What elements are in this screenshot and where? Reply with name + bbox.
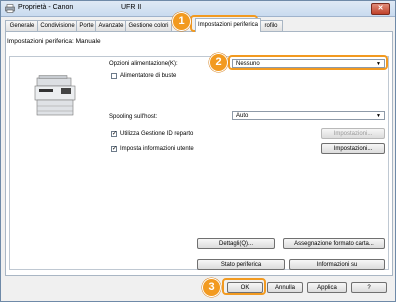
user-settings-button[interactable]: Impostazioni...: [321, 143, 385, 154]
window-title-driver: UFR II: [121, 4, 142, 11]
spooling-select[interactable]: Auto ▼: [232, 111, 385, 120]
tab-impostazioni-periferica[interactable]: Impostazioni periferica: [195, 18, 261, 32]
chevron-down-icon: ▼: [376, 113, 381, 119]
about-button[interactable]: Informazioni su: [289, 259, 385, 270]
callout-badge-2: 2: [209, 53, 228, 72]
spooling-label: Spooling sull'host:: [109, 114, 158, 120]
envelope-feeder-checkbox[interactable]: [111, 73, 117, 79]
user-info-checkbox[interactable]: ✓: [111, 146, 117, 152]
device-status-button[interactable]: Stato periferica: [197, 259, 285, 270]
properties-window: Proprietà - Canon UFR II ✕ Generale Cond…: [0, 0, 396, 302]
close-button[interactable]: ✕: [371, 3, 390, 15]
user-info-label: Imposta informazioni utente: [120, 146, 194, 152]
panel-caption: Impostazioni periferica: Manuale: [7, 38, 101, 45]
tab-generale[interactable]: Generale: [5, 20, 39, 31]
apply-button[interactable]: Applica: [307, 282, 347, 293]
window-title: Proprietà - Canon: [18, 4, 74, 11]
printer-illustration: [34, 75, 76, 116]
details-button[interactable]: Dettagli(Q)...: [197, 238, 275, 249]
callout-highlight-ok: [222, 278, 266, 295]
tab-profilo[interactable]: rofilo: [259, 20, 283, 31]
tab-avanzate[interactable]: Avanzate: [95, 20, 127, 31]
paper-size-assignment-button[interactable]: Assegnazione formato carta...: [283, 238, 385, 249]
dept-settings-button[interactable]: Impostazioni...: [321, 128, 385, 139]
envelope-feeder-label: Alimentatore di buste: [120, 73, 177, 79]
callout-badge-3: 3: [202, 278, 221, 297]
cancel-button[interactable]: Annulla: [267, 282, 303, 293]
feed-options-label: Opzioni alimentazione(K):: [109, 61, 178, 67]
tab-condivisione[interactable]: Condivisione: [37, 20, 78, 31]
tab-porte[interactable]: Porte: [76, 20, 97, 31]
spooling-value: Auto: [236, 113, 249, 119]
callout-badge-1: 1: [172, 12, 191, 31]
printer-icon: [5, 4, 15, 13]
tab-gestione-colori[interactable]: Gestione colori: [125, 20, 172, 31]
dept-id-label: Utilizza Gestione ID reparto: [120, 131, 194, 137]
dept-id-checkbox[interactable]: ✓: [111, 131, 117, 137]
callout-highlight-feed: [228, 55, 388, 70]
help-button[interactable]: ?: [351, 282, 387, 293]
